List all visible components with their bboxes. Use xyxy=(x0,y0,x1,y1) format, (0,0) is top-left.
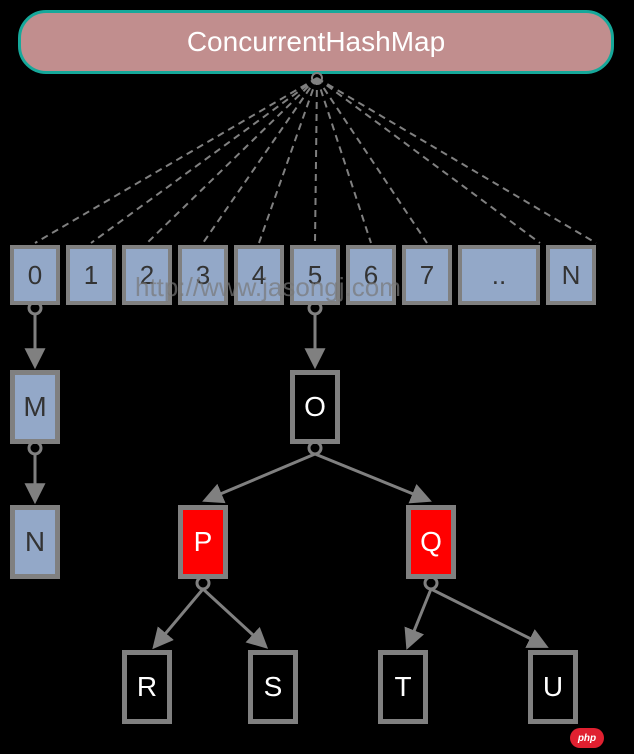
bucket-5: 5 xyxy=(290,245,340,305)
tree-node-r: R xyxy=(122,650,172,724)
tree-node-s: S xyxy=(248,650,298,724)
tree-node-u: U xyxy=(528,650,578,724)
bucket-7: 7 xyxy=(402,245,452,305)
list-node-n: N xyxy=(10,505,60,579)
bucket-array: 0 1 2 3 4 5 6 7 .. N xyxy=(10,245,596,305)
list-node-m: M xyxy=(10,370,60,444)
bucket-3: 3 xyxy=(178,245,228,305)
tree-node-p: P xyxy=(178,505,228,579)
bucket-1: 1 xyxy=(66,245,116,305)
bucket-ellipsis: .. xyxy=(458,245,540,305)
bucket-6: 6 xyxy=(346,245,396,305)
bucket-n: N xyxy=(546,245,596,305)
php-badge: php xyxy=(570,728,604,748)
bucket-4: 4 xyxy=(234,245,284,305)
title-text: ConcurrentHashMap xyxy=(187,26,445,58)
title-box: ConcurrentHashMap xyxy=(18,10,614,74)
bucket-0: 0 xyxy=(10,245,60,305)
tree-node-t: T xyxy=(378,650,428,724)
tree-node-o: O xyxy=(290,370,340,444)
bucket-2: 2 xyxy=(122,245,172,305)
tree-node-q: Q xyxy=(406,505,456,579)
